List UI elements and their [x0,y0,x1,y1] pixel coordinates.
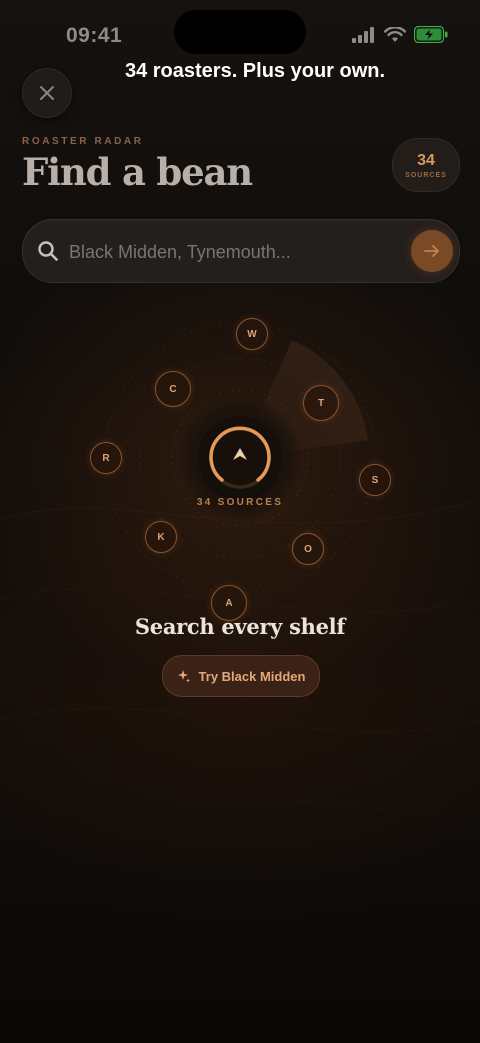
wifi-icon [384,26,406,42]
sources-count: 34 [417,151,435,169]
page-title: Find a bean [22,150,253,194]
status-time: 09:41 [66,24,123,47]
close-icon [40,86,54,100]
search-input[interactable] [67,236,401,268]
sparkle-icon [177,670,190,683]
sources-count-badge: 34 SOURCES [392,138,460,192]
search-icon [38,241,58,261]
search-bar [22,219,460,283]
search-submit-button[interactable] [411,230,453,272]
dynamic-island [174,10,306,54]
radar-node[interactable]: S [359,464,391,496]
try-suggestion-label: Try Black Midden [198,668,306,684]
signal-icon [352,26,374,43]
try-suggestion-button[interactable]: Try Black Midden [162,655,320,697]
arrow-right-icon [424,245,439,257]
radar-node[interactable]: C [155,371,191,407]
radar-node[interactable]: W [236,318,268,350]
close-button[interactable] [22,68,72,118]
radar-node[interactable]: K [145,521,177,553]
empty-state-headline: Search every shelf [134,614,346,639]
battery-icon [414,26,448,43]
radar-node[interactable]: O [292,533,324,565]
radar-node[interactable]: T [303,385,339,421]
sources-count-label: SOURCES [405,171,447,179]
radar-visual [104,322,376,594]
radar-sources-label: 34 SOURCES [196,497,284,508]
banner-text: 34 roasters. Plus your own. [124,60,386,82]
radar-node[interactable]: R [90,442,122,474]
eyebrow-label: ROASTER RADAR [22,136,144,147]
